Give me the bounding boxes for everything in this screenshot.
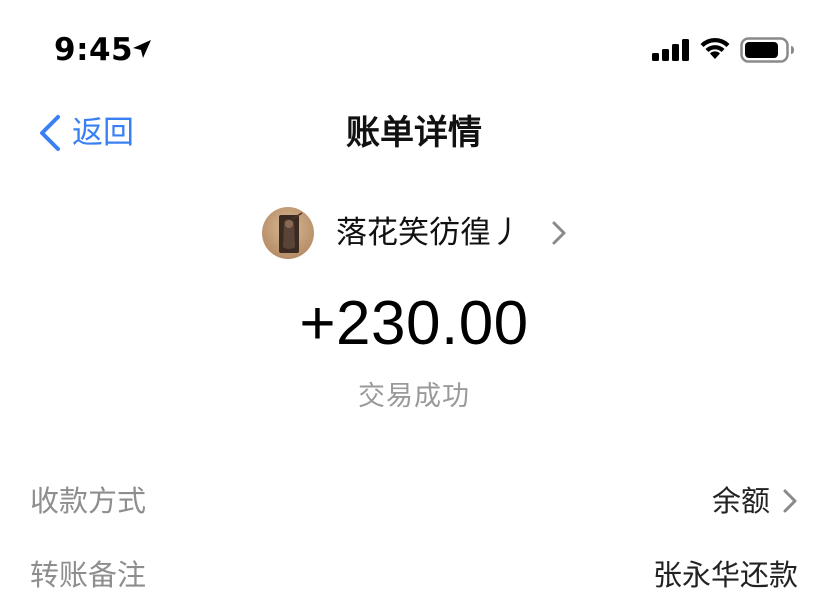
status-bar: 9:45 — [0, 0, 828, 100]
navigation-bar: 返回 账单详情 — [0, 100, 828, 166]
transfer-remark-value: 张永华还款 — [652, 558, 798, 592]
transaction-amount: +230.00 — [299, 289, 529, 358]
status-time: 9:45 — [54, 32, 134, 68]
payment-method-row[interactable]: 收款方式 余额 — [30, 476, 798, 526]
cellular-signal-icon — [652, 39, 689, 61]
transfer-remark-row: 转账备注 张永华还款 — [30, 550, 798, 600]
transfer-remark-label: 转账备注 — [30, 558, 147, 592]
location-arrow-icon — [133, 40, 151, 58]
payment-method-label: 收款方式 — [30, 484, 147, 518]
payer-row[interactable]: 落花笑彷徨丿 — [262, 206, 568, 260]
chevron-right-icon — [552, 221, 566, 245]
wifi-icon — [700, 37, 730, 59]
payment-method-value-group: 余额 — [712, 479, 798, 523]
transaction-status: 交易成功 — [358, 381, 470, 412]
payment-method-value: 余额 — [711, 484, 770, 518]
avatar — [262, 207, 314, 259]
payer-name: 落花笑彷徨丿 — [336, 215, 522, 251]
page-title: 账单详情 — [346, 113, 482, 153]
battery-icon — [740, 37, 794, 63]
chevron-right-icon — [783, 489, 797, 513]
